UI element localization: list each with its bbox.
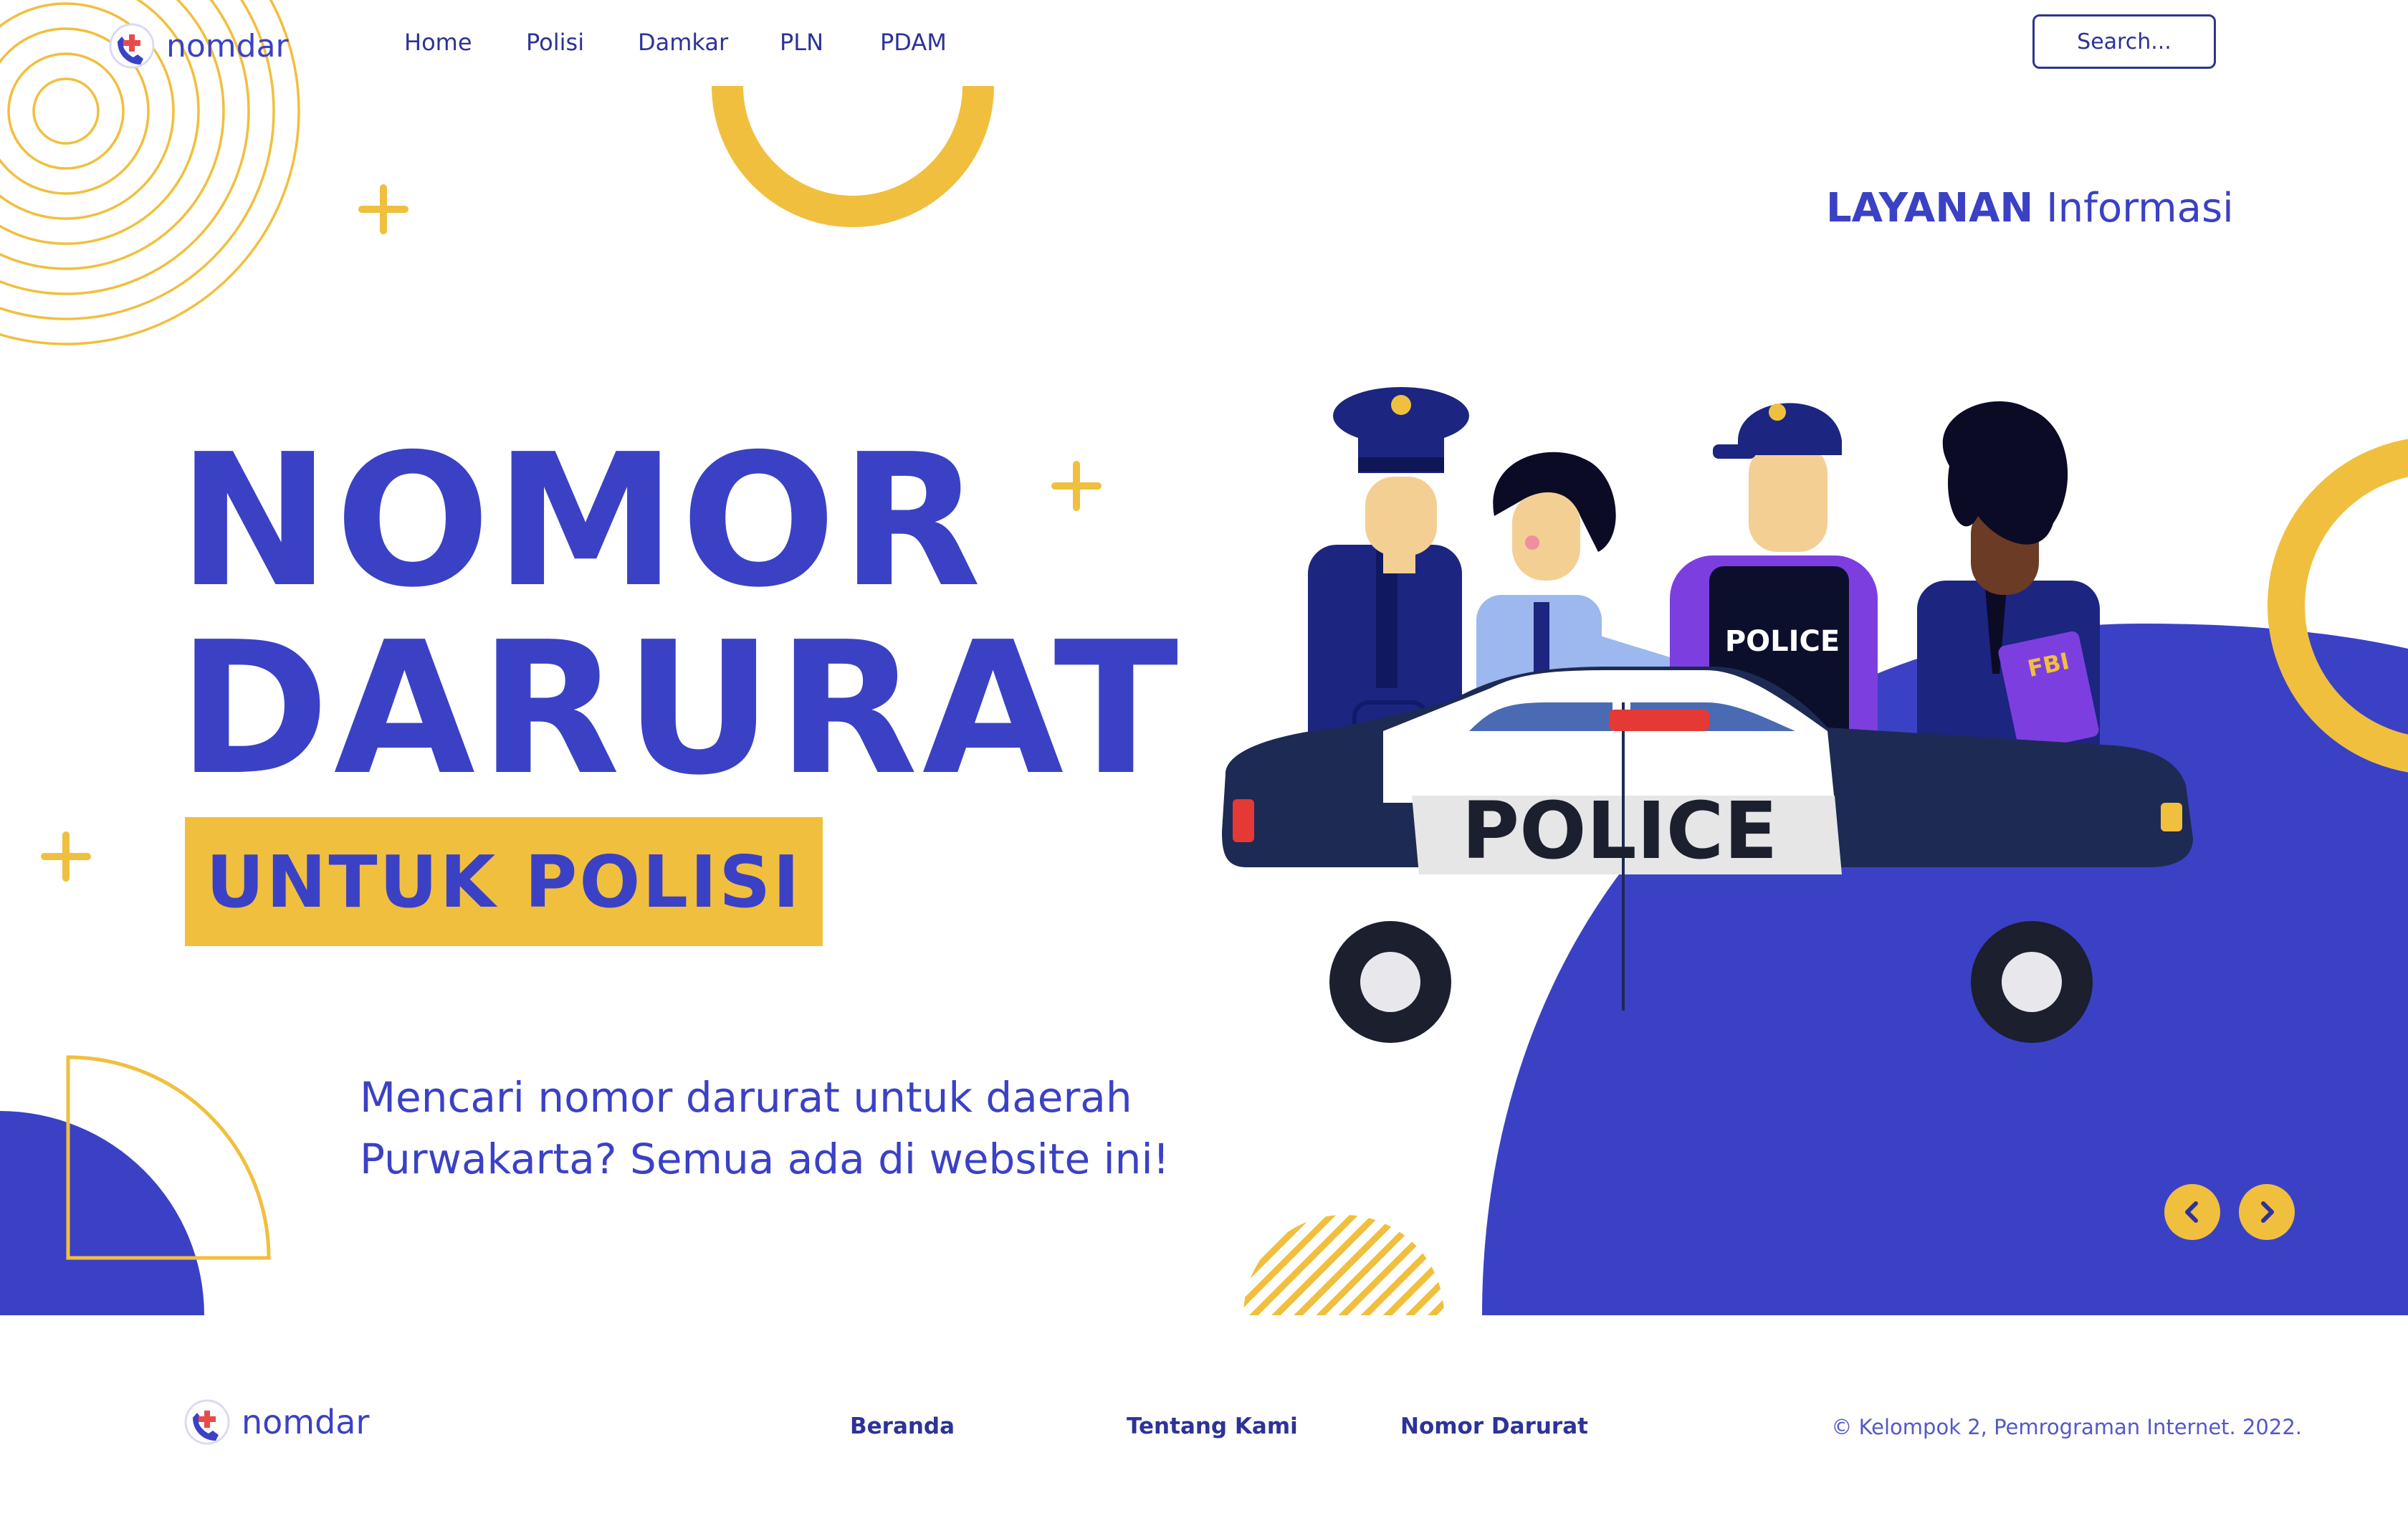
car-label: POLICE (1461, 785, 1777, 877)
ring-decoration-top (712, 85, 994, 227)
subtitle-line1: Mencari nomor darurat untuk daerah (360, 1073, 1132, 1122)
nav-pln[interactable]: PLN (780, 29, 823, 56)
chevron-left-icon (2185, 1201, 2198, 1223)
hero-subtitle: Mencari nomor darurat untuk daerah Purwa… (360, 1067, 1291, 1190)
section-kicker: LAYANAN Informasi (1826, 185, 2234, 232)
footer-link-nomor-darurat[interactable]: Nomor Darurat (1400, 1413, 1588, 1439)
header-logo[interactable]: nomdar (108, 22, 289, 70)
phone-cross-icon (109, 23, 155, 69)
striped-semicircle-decoration (1243, 1215, 1444, 1315)
nav-damkar[interactable]: Damkar (638, 29, 728, 56)
nav-home[interactable]: Home (404, 29, 472, 56)
hero-title-line1: NOMOR (178, 415, 986, 628)
search-input[interactable]: Search... (2032, 14, 2216, 69)
vest-label: POLICE (1725, 625, 1840, 658)
slider-prev-button[interactable] (2164, 1184, 2220, 1240)
slider-next-button[interactable] (2239, 1184, 2295, 1240)
footer-link-tentang-kami[interactable]: Tentang Kami (1127, 1413, 1298, 1439)
search-placeholder: Search... (2077, 29, 2172, 54)
tagline-text: UNTUK POLISI (206, 839, 802, 924)
phone-cross-icon (184, 1399, 230, 1445)
footer-link-beranda[interactable]: Beranda (850, 1413, 955, 1439)
brand-name: nomdar (166, 27, 289, 65)
kicker-bold: LAYANAN (1826, 185, 2034, 232)
subtitle-line2: Purwakarta? Semua ada di website ini! (360, 1135, 1170, 1183)
footer-logo[interactable]: nomdar (183, 1398, 369, 1446)
hero-title-line2: DARURAT (178, 603, 1183, 816)
blue-quarter-decoration (0, 1111, 204, 1315)
nav-polisi[interactable]: Polisi (526, 29, 584, 56)
footer-brand-name: nomdar (242, 1403, 370, 1441)
kicker-light: Informasi (2046, 185, 2234, 232)
chevron-right-icon (2261, 1201, 2274, 1223)
tagline-badge: UNTUK POLISI (185, 817, 823, 946)
footer-copyright: © Kelompok 2, Pemrograman Internet. 2022… (1831, 1415, 2302, 1439)
police-illustration: POLICE FBI POLICE (1222, 387, 2193, 1043)
nav-pdam[interactable]: PDAM (880, 29, 947, 56)
